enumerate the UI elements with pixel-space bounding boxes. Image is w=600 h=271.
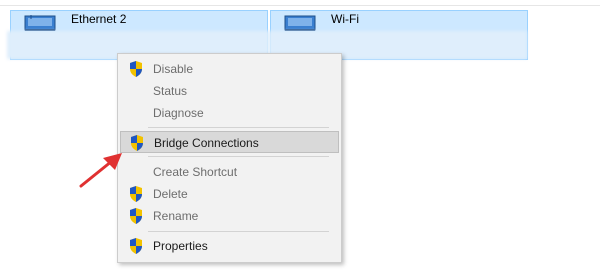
menu-item-label: Status bbox=[153, 84, 188, 98]
menu-item-disable[interactable]: Disable bbox=[120, 58, 339, 80]
menu-item-label: Create Shortcut bbox=[153, 165, 238, 179]
uac-shield-icon bbox=[131, 135, 143, 151]
menu-item-delete[interactable]: Delete bbox=[120, 183, 339, 205]
menu-item-label: Properties bbox=[153, 239, 208, 253]
adapter-name: Ethernet 2 bbox=[71, 12, 127, 26]
menu-item-label: Delete bbox=[153, 187, 188, 201]
uac-shield-icon bbox=[130, 186, 142, 202]
menu-item-label: Diagnose bbox=[153, 106, 204, 120]
menu-separator bbox=[148, 127, 329, 128]
menu-item-label: Disable bbox=[153, 62, 194, 76]
network-adapter-icon bbox=[284, 15, 316, 31]
menu-separator bbox=[148, 231, 329, 232]
red-arrow-annotation bbox=[79, 153, 122, 188]
menu-item-label: Bridge Connections bbox=[154, 136, 259, 150]
adapter-name: Wi-Fi bbox=[331, 12, 359, 26]
menu-item-diagnose[interactable]: Diagnose bbox=[120, 102, 339, 124]
network-adapter-icon bbox=[24, 15, 56, 31]
uac-shield-icon bbox=[130, 238, 142, 254]
uac-shield-icon bbox=[130, 208, 142, 224]
menu-item-status[interactable]: Status bbox=[120, 80, 339, 102]
menu-item-bridge-connections[interactable]: Bridge Connections bbox=[120, 131, 339, 153]
menu-item-create-shortcut[interactable]: Create Shortcut bbox=[120, 161, 339, 183]
uac-shield-icon bbox=[130, 61, 142, 77]
menu-item-rename[interactable]: Rename bbox=[120, 205, 339, 227]
menu-separator bbox=[148, 156, 329, 157]
menu-item-label: Rename bbox=[153, 209, 199, 223]
menu-item-properties[interactable]: Properties bbox=[120, 235, 339, 257]
context-menu: Disable Status Diagnose Bridge Connectio… bbox=[117, 53, 342, 263]
window-top-edge bbox=[0, 0, 600, 6]
